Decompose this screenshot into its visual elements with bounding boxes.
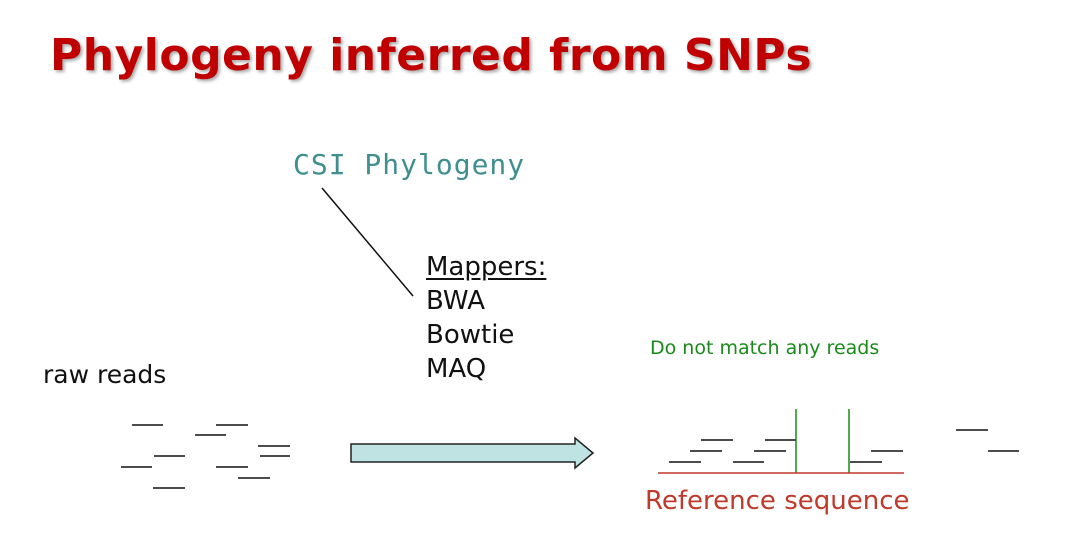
diagram-canvas (121, 187, 1019, 489)
raw-reads-group (121, 424, 290, 489)
process-arrow (350, 436, 595, 470)
snp-markers (795, 409, 850, 473)
mapped-reads-group (669, 439, 903, 463)
connector-line (321, 187, 414, 297)
unmatched-reads-group (956, 429, 1019, 452)
